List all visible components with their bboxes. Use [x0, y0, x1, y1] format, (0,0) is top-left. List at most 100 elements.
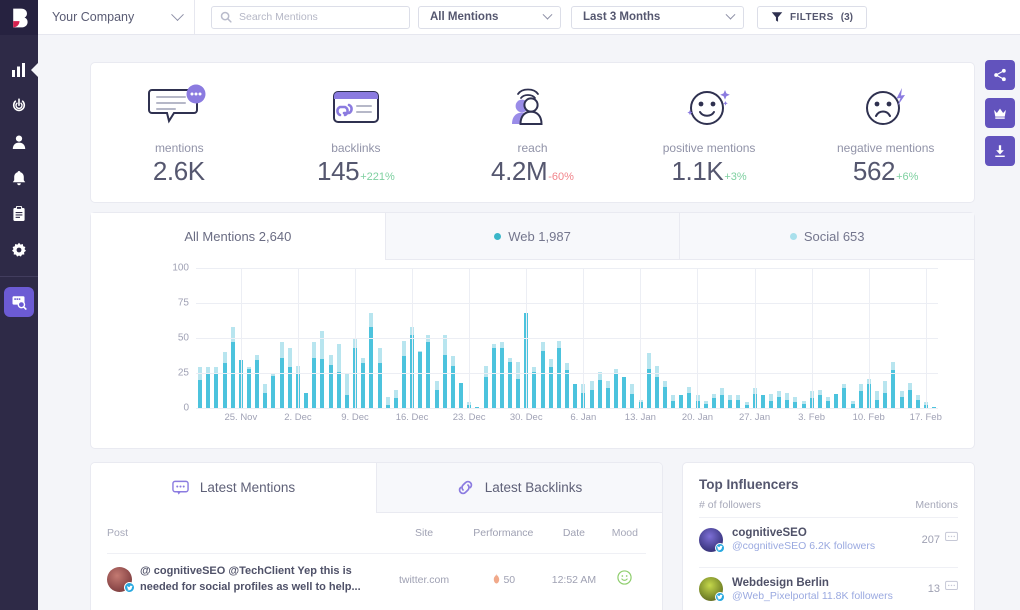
bar-segment-social: [907, 382, 912, 390]
sidebar-item-analytics[interactable]: [0, 52, 38, 88]
bar[interactable]: [312, 342, 317, 408]
bar[interactable]: [548, 359, 553, 408]
list-item[interactable]: Webdesign Berlin @Web_Pixelportal 11.8K …: [699, 566, 958, 610]
bar[interactable]: [769, 394, 774, 408]
bar[interactable]: [540, 342, 545, 408]
bar[interactable]: [777, 391, 782, 408]
bar[interactable]: [516, 361, 521, 408]
bar[interactable]: [459, 382, 464, 408]
upgrade-button[interactable]: [985, 98, 1015, 128]
sidebar-item-monitoring[interactable]: [0, 88, 38, 124]
table-row[interactable]: @ cognitiveSEO @TechClient Yep this is n…: [107, 553, 646, 605]
sidebar-item-alerts[interactable]: [0, 160, 38, 196]
bar[interactable]: [671, 395, 676, 408]
bar[interactable]: [875, 391, 880, 408]
bar[interactable]: [336, 343, 341, 408]
bar[interactable]: [434, 381, 439, 408]
bar[interactable]: [450, 356, 455, 408]
bar[interactable]: [426, 335, 431, 408]
bar[interactable]: [883, 381, 888, 408]
mentions-filter-dropdown[interactable]: All Mentions: [418, 5, 561, 29]
bar[interactable]: [401, 340, 406, 408]
bar[interactable]: [385, 396, 390, 408]
bar[interactable]: [369, 312, 374, 408]
tab-latest-mentions[interactable]: Latest Mentions: [91, 463, 376, 513]
bar[interactable]: [679, 395, 684, 408]
tab-latest-backlinks[interactable]: Latest Backlinks: [376, 463, 662, 513]
bar[interactable]: [565, 363, 570, 408]
bar[interactable]: [556, 340, 561, 408]
bar[interactable]: [320, 331, 325, 408]
bar[interactable]: [597, 371, 602, 408]
bar[interactable]: [662, 381, 667, 408]
bar[interactable]: [842, 384, 847, 408]
sidebar-item-settings[interactable]: [0, 232, 38, 268]
bar[interactable]: [287, 347, 292, 408]
filters-button[interactable]: FILTERS (3): [757, 5, 867, 29]
bar[interactable]: [393, 389, 398, 408]
bar[interactable]: [817, 389, 822, 408]
twitter-badge-icon: [715, 542, 725, 553]
bar[interactable]: [614, 368, 619, 408]
bar[interactable]: [760, 395, 765, 408]
bar[interactable]: [344, 374, 349, 408]
bar[interactable]: [858, 384, 863, 408]
download-button[interactable]: [985, 136, 1015, 166]
bar[interactable]: [793, 396, 798, 408]
bar[interactable]: [442, 335, 447, 408]
date-range-dropdown[interactable]: Last 3 Months: [571, 5, 744, 29]
bar[interactable]: [728, 395, 733, 408]
bar[interactable]: [605, 381, 610, 408]
bar[interactable]: [736, 395, 741, 408]
chevron-down-icon: [725, 9, 736, 20]
bar[interactable]: [711, 394, 716, 408]
bar[interactable]: [491, 343, 496, 408]
tab-web[interactable]: Web 1,987: [384, 213, 680, 260]
bar[interactable]: [271, 373, 276, 408]
bar[interactable]: [899, 391, 904, 408]
bar[interactable]: [304, 392, 309, 408]
bar[interactable]: [907, 382, 912, 408]
bar-segment-web: [540, 350, 545, 408]
bar[interactable]: [499, 342, 504, 408]
bar[interactable]: [826, 396, 831, 408]
sidebar-item-reports[interactable]: [0, 196, 38, 232]
bar[interactable]: [703, 401, 708, 408]
bar[interactable]: [589, 381, 594, 408]
bar[interactable]: [850, 401, 855, 408]
bar[interactable]: [630, 384, 635, 408]
tab-all-mentions[interactable]: All Mentions 2,640: [91, 213, 385, 260]
bar-segment-social: [336, 343, 341, 372]
bar[interactable]: [508, 357, 513, 408]
bar[interactable]: [687, 387, 692, 408]
list-item[interactable]: cognitiveSEO @cognitiveSEO 6.2K follower…: [699, 517, 958, 561]
bar[interactable]: [622, 377, 627, 408]
bar[interactable]: [834, 394, 839, 408]
bar[interactable]: [418, 350, 423, 408]
bar[interactable]: [785, 392, 790, 408]
bar[interactable]: [222, 352, 227, 408]
bar[interactable]: [573, 384, 578, 408]
bar-segment-web: [304, 392, 309, 408]
bar[interactable]: [377, 347, 382, 408]
sidebar-item-audience[interactable]: [0, 124, 38, 160]
bar[interactable]: [646, 353, 651, 408]
bar[interactable]: [720, 388, 725, 408]
search-input[interactable]: [239, 11, 399, 23]
reach-person-icon: [512, 88, 543, 125]
app-logo[interactable]: [0, 0, 38, 35]
company-selector[interactable]: Your Company: [38, 0, 195, 35]
bar[interactable]: [255, 354, 260, 408]
bar[interactable]: [891, 361, 896, 408]
tab-social[interactable]: Social 653: [679, 213, 975, 260]
sidebar-item-brand-mentions[interactable]: [4, 287, 34, 317]
share-button[interactable]: [985, 60, 1015, 90]
bar[interactable]: [263, 384, 268, 408]
bar[interactable]: [328, 354, 333, 408]
bar[interactable]: [915, 395, 920, 408]
bar[interactable]: [801, 401, 806, 408]
bar[interactable]: [279, 342, 284, 408]
chart-plot-area[interactable]: [196, 268, 938, 409]
bar[interactable]: [361, 357, 366, 408]
search-box[interactable]: [211, 5, 410, 29]
